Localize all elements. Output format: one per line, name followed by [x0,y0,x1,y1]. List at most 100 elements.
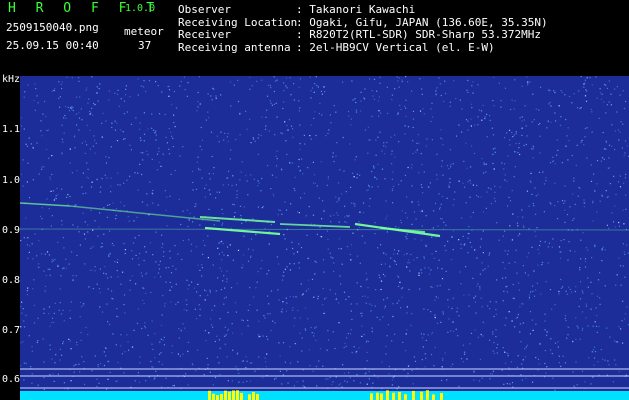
noise-dot [431,253,433,255]
noise-dot [539,152,541,154]
noise-dot [615,364,617,366]
noise-dot [349,377,351,379]
noise-dot [514,79,516,81]
noise-dot [151,343,153,345]
noise-dot [509,225,511,227]
noise-dot [441,160,443,162]
noise-dot [124,351,126,353]
noise-dot [605,190,607,192]
noise-dot [549,90,551,92]
noise-dot [399,281,401,283]
noise-dot [368,184,370,186]
noise-dot [579,107,581,110]
noise-dot [290,125,293,127]
noise-dot [585,247,587,249]
noise-dot [161,91,163,93]
noise-dot [117,172,119,174]
noise-dot [606,104,608,106]
noise-dot [400,180,402,182]
noise-dot [207,111,209,113]
noise-dot [549,202,551,204]
noise-dot [434,316,436,318]
noise-dot [604,285,606,287]
noise-dot [623,107,626,110]
noise-dot [504,267,506,269]
noise-dot [240,214,242,217]
noise-dot [207,294,209,296]
noise-dot [599,200,601,202]
noise-dot [474,295,477,297]
noise-dot [577,327,579,329]
noise-dot [152,202,154,204]
noise-dot [238,372,240,374]
noise-dot [282,275,284,277]
noise-dot [592,202,594,204]
noise-dot [432,116,434,118]
noise-dot [54,197,56,199]
noise-dot [360,100,362,102]
noise-dot [380,244,382,246]
noise-dot [296,251,299,253]
noise-dot [109,230,111,232]
noise-dot [615,193,617,196]
noise-dot [583,83,585,85]
noise-dot [23,237,25,239]
noise-dot [568,241,570,243]
noise-dot [143,303,145,305]
noise-dot [534,231,536,233]
noise-dot [625,374,627,376]
noise-dot [66,196,68,198]
noise-dot [562,286,564,288]
noise-dot [78,80,80,82]
noise-dot [245,175,247,177]
noise-dot [503,290,505,292]
noise-dot [394,156,396,158]
noise-dot [463,244,465,246]
noise-dot [197,91,199,94]
noise-dot [266,273,268,275]
noise-dot [545,372,547,374]
noise-dot [223,254,225,256]
noise-dot [391,384,393,386]
noise-dot [360,312,362,314]
noise-dot [78,112,80,114]
noise-dot [462,344,464,346]
noise-dot [568,140,570,142]
noise-dot [307,318,309,320]
noise-dot [174,126,176,128]
signal-spike [208,390,211,400]
noise-dot [145,380,147,382]
noise-dot [74,135,76,137]
noise-dot [515,317,517,319]
noise-dot [567,159,569,161]
noise-dot [351,351,353,354]
noise-dot [283,275,285,277]
noise-dot [292,296,295,298]
noise-dot [556,218,559,220]
noise-dot [474,329,476,331]
noise-dot [275,377,277,379]
noise-dot [74,364,76,366]
noise-dot [580,258,582,260]
noise-dot [519,331,521,333]
noise-dot [123,294,126,296]
noise-dot [350,310,352,312]
noise-dot [618,370,620,373]
noise-dot [504,362,506,364]
noise-dot [71,172,73,174]
noise-dot [159,260,161,262]
noise-dot [621,320,623,322]
noise-dot [469,343,471,345]
noise-dot [232,175,234,177]
noise-dot [509,144,511,146]
signal-spike [432,394,435,400]
noise-dot [276,116,278,118]
noise-dot [320,90,323,92]
noise-dot [405,349,407,352]
noise-dot [441,366,443,368]
noise-dot [298,158,300,161]
noise-dot [111,126,113,129]
noise-dot [366,278,368,280]
noise-dot [143,112,145,114]
noise-dot [558,246,561,248]
